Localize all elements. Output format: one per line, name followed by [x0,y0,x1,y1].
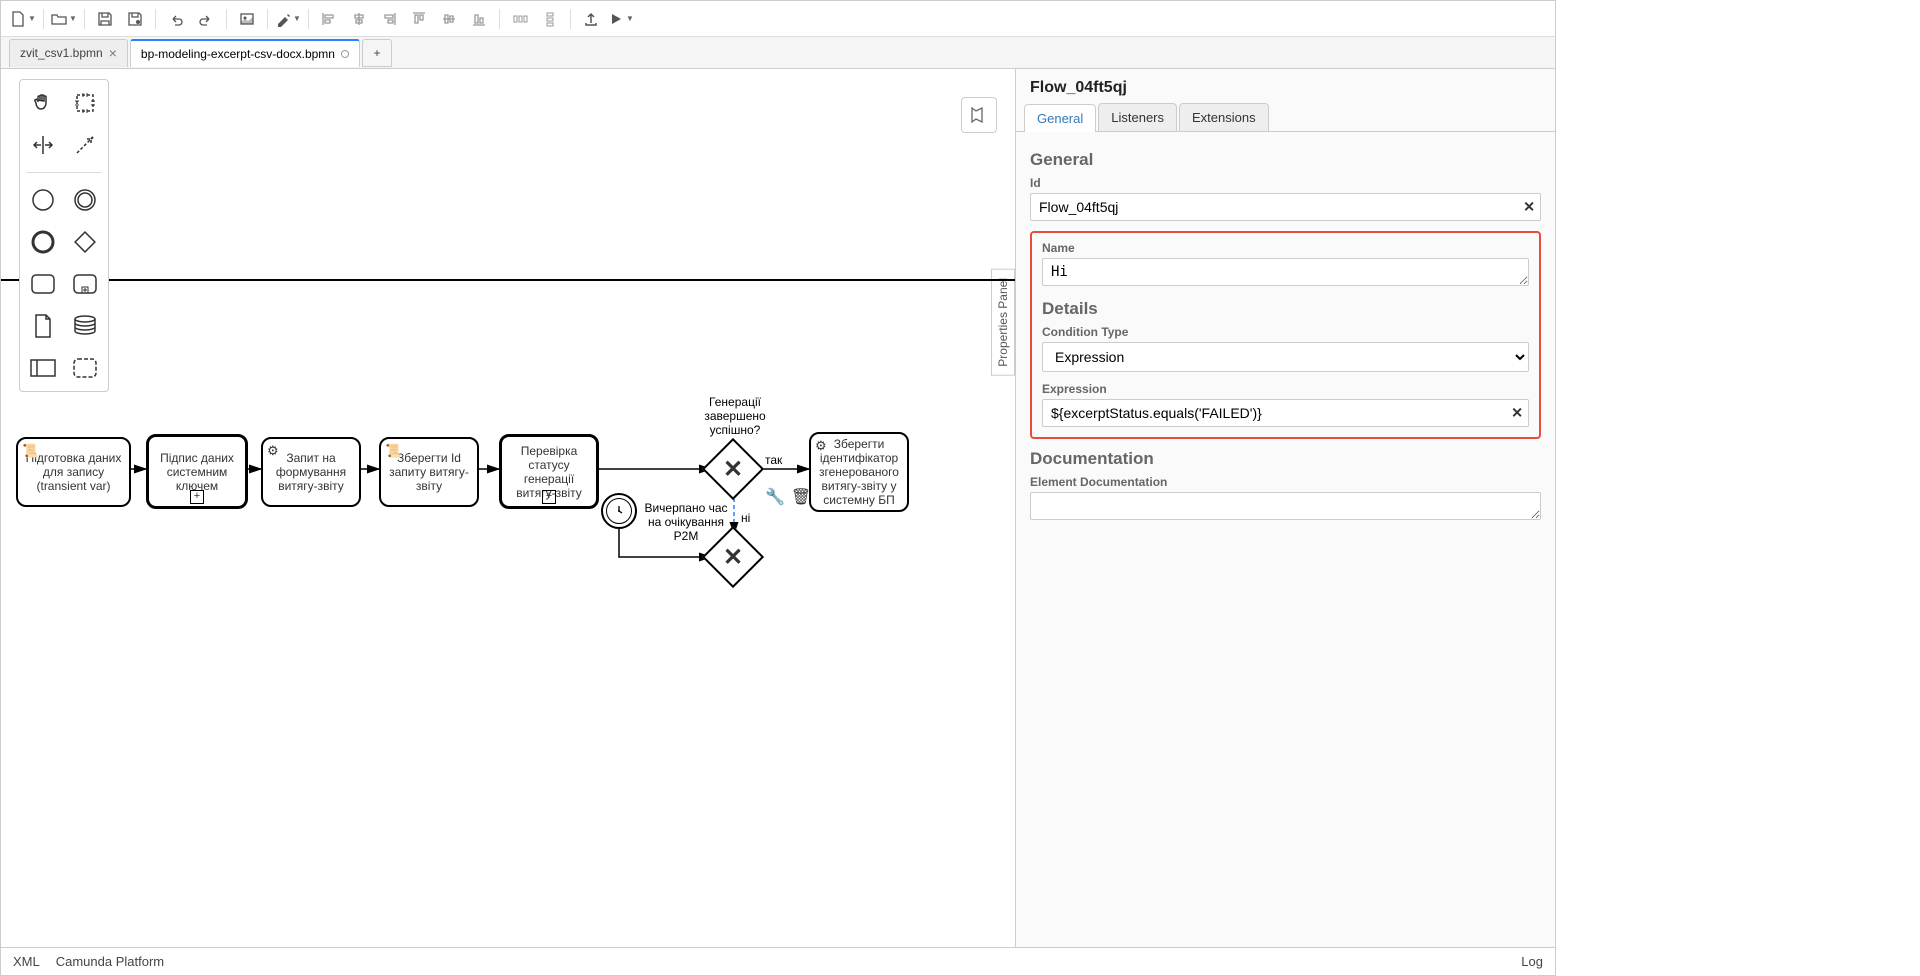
task-check-status[interactable]: Перевірка статусу генерації витягу-звіту… [499,434,599,509]
task-request-excerpt[interactable]: ⚙ Запит на формування витягу-звіту [261,437,361,507]
pool-boundary [1,279,1015,281]
align-top-button[interactable] [405,5,433,33]
save-button[interactable] [91,5,119,33]
image-export-button[interactable] [233,5,261,33]
condition-type-select[interactable]: Expression [1042,342,1529,372]
name-input[interactable]: Ні [1042,258,1529,286]
tab-dirty-icon [341,50,349,58]
main-toolbar: ▼ ▼ ▼ ▼ [1,1,1555,37]
task-label: Зберегти ідентифікатор згенерованого вит… [815,437,903,507]
lasso-tool[interactable] [68,86,102,120]
wrench-icon[interactable]: 🔧 [765,487,785,507]
section-details: Details [1042,299,1529,319]
section-documentation: Documentation [1030,449,1541,469]
condition-type-label: Condition Type [1042,325,1529,339]
undo-button[interactable] [162,5,190,33]
save-as-button[interactable] [121,5,149,33]
run-button[interactable]: ▼ [607,5,635,33]
distribute-v-button[interactable] [536,5,564,33]
align-bottom-button[interactable] [465,5,493,33]
new-file-button[interactable]: ▼ [9,5,37,33]
space-tool[interactable] [26,128,60,162]
expression-input[interactable] [1042,399,1529,427]
timer-event[interactable] [601,493,637,529]
script-icon: 📜 [385,443,401,459]
align-left-button[interactable] [315,5,343,33]
pool-tool[interactable] [26,351,60,385]
new-tab-button[interactable]: + [362,39,392,67]
task-sign-data[interactable]: Підпис даних системним ключем + [146,434,248,509]
hand-tool[interactable] [26,86,60,120]
distribute-h-button[interactable] [506,5,534,33]
subprocess-marker-icon: + [542,490,556,504]
gateway-merge[interactable]: ✕ [711,535,755,579]
script-icon: 📜 [22,443,38,459]
task-prepare-data[interactable]: 📜 Підготовка даних для запису (transient… [16,437,131,507]
log-tab[interactable]: Log [1521,954,1543,969]
align-right-button[interactable] [375,5,403,33]
data-store-tool[interactable] [68,309,102,343]
intermediate-event-tool[interactable] [68,183,102,217]
id-label: Id [1030,176,1541,190]
flow-no-label: ні [741,511,750,525]
highlighted-section: Name Ні Details Condition Type Expressio… [1030,231,1541,439]
xml-tab[interactable]: XML [13,954,40,969]
diagram-canvas[interactable]: Properties Panel [1,69,1015,947]
start-event-tool[interactable] [26,183,60,217]
platform-tab[interactable]: Camunda Platform [56,954,164,969]
tab-close-icon[interactable]: × [109,45,117,61]
tab-listeners[interactable]: Listeners [1098,103,1177,131]
tab-label: bp-modeling-excerpt-csv-docx.bpmn [141,47,335,61]
tab-bp-modeling[interactable]: bp-modeling-excerpt-csv-docx.bpmn [130,39,360,67]
doc-label: Element Documentation [1030,475,1541,489]
open-file-button[interactable]: ▼ [50,5,78,33]
data-object-tool[interactable] [26,309,60,343]
deploy-button[interactable] [577,5,605,33]
gear-icon: ⚙ [815,438,827,454]
section-general: General [1030,150,1541,170]
context-pad: 🔧 🗑 [765,487,811,507]
tab-extensions[interactable]: Extensions [1179,103,1269,131]
task-save-id[interactable]: 📜 Зберегти Id запиту витягу-звіту [379,437,479,507]
align-center-h-button[interactable] [345,5,373,33]
connect-tool[interactable] [68,128,102,162]
id-input[interactable] [1030,193,1541,221]
task-save-identifier[interactable]: ⚙ Зберегти ідентифікатор згенерованого в… [809,432,909,512]
properties-panel: Flow_04ft5qj General Listeners Extension… [1015,69,1555,947]
tab-general[interactable]: General [1024,104,1096,132]
align-center-v-button[interactable] [435,5,463,33]
redo-button[interactable] [192,5,220,33]
end-event-tool[interactable] [26,225,60,259]
subprocess-tool[interactable] [68,267,102,301]
color-button[interactable]: ▼ [274,5,302,33]
gear-icon: ⚙ [267,443,279,459]
gateway-tool[interactable] [68,225,102,259]
gateway-label: Генерації завершено успішно? [687,395,783,437]
subprocess-marker-icon: + [190,490,204,504]
properties-tabs: General Listeners Extensions [1016,103,1555,132]
task-label: Запит на формування витягу-звіту [267,451,355,493]
element-title: Flow_04ft5qj [1016,69,1555,103]
doc-input[interactable] [1030,492,1541,520]
tab-zvit[interactable]: zvit_csv1.bpmn × [9,39,128,67]
clear-icon[interactable]: ✕ [1511,405,1523,422]
gateway-success[interactable]: ✕ [711,447,755,491]
flow-yes-label: так [765,453,782,467]
expression-label: Expression [1042,382,1529,396]
clear-icon[interactable]: ✕ [1523,199,1535,216]
group-tool[interactable] [68,351,102,385]
tab-label: zvit_csv1.bpmn [20,46,103,60]
task-label: Підпис даних системним ключем [153,451,241,493]
tab-bar: zvit_csv1.bpmn × bp-modeling-excerpt-csv… [1,37,1555,69]
status-bar: XML Camunda Platform Log [1,947,1555,975]
task-tool[interactable] [26,267,60,301]
name-label: Name [1042,241,1529,255]
bpmn-palette [19,79,109,392]
